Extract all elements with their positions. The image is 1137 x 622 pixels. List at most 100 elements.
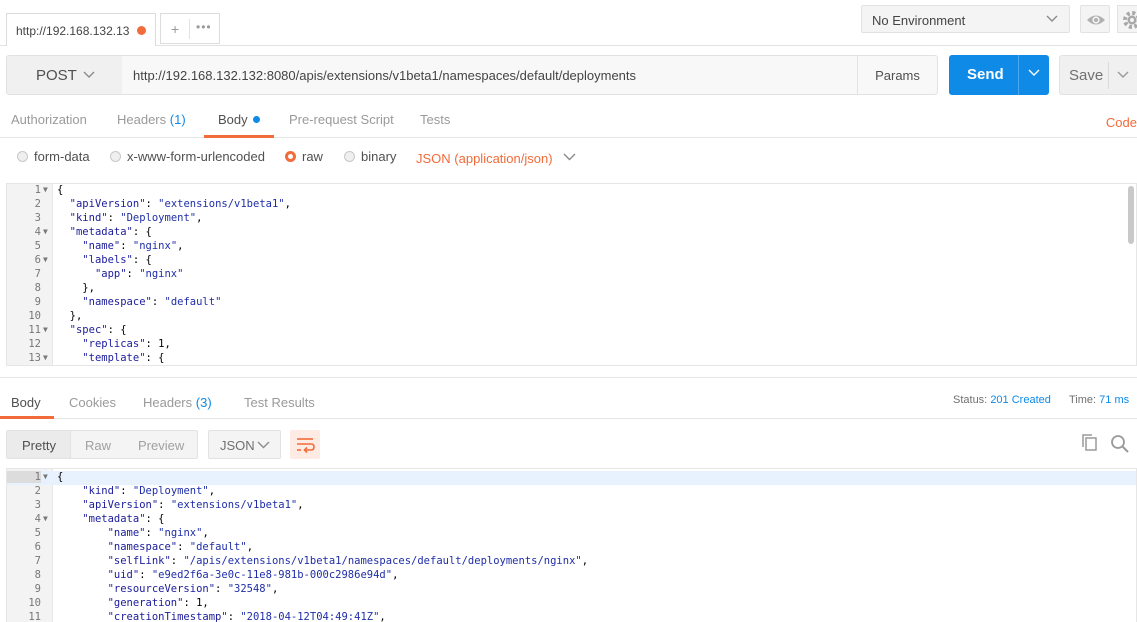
tab-authorization[interactable]: Authorization bbox=[11, 112, 87, 127]
line-number: 8 bbox=[34, 282, 41, 294]
code-line: 8 }, bbox=[7, 282, 1136, 296]
response-body-viewer[interactable]: 1 ▼{2 "kind": "Deployment", 3 "apiVersion"… bbox=[6, 468, 1137, 622]
active-tab-indicator bbox=[204, 135, 274, 138]
line-number: 6 bbox=[34, 541, 41, 553]
code-text: "kind": "Deployment", bbox=[69, 212, 203, 224]
line-number: 2 bbox=[34, 485, 41, 497]
tab-body[interactable]: Body bbox=[218, 112, 260, 127]
code-line: 5 "name": "nginx", bbox=[7, 240, 1136, 254]
radio-raw[interactable]: raw bbox=[285, 149, 323, 164]
status-value[interactable]: 201 Created bbox=[990, 394, 1051, 406]
view-mode-raw[interactable]: Raw bbox=[85, 438, 111, 453]
code-line: 7 "app": "nginx" bbox=[7, 268, 1136, 282]
url-input[interactable]: http://192.168.132.132:8080/apis/extensi… bbox=[122, 55, 858, 95]
tab-tests[interactable]: Tests bbox=[420, 112, 450, 127]
tab-body-label: Body bbox=[218, 112, 248, 127]
fold-toggle-icon[interactable]: ▼ bbox=[43, 325, 48, 334]
chevron-down-icon[interactable] bbox=[1116, 68, 1130, 82]
chevron-down-icon[interactable] bbox=[1027, 66, 1041, 80]
environment-quick-look-button[interactable] bbox=[1080, 5, 1110, 33]
code-line: 2 "kind": "Deployment", bbox=[7, 485, 1136, 499]
code-text: "uid": "e9ed2f6a-3e0c-11e8-981b-000c2986… bbox=[107, 569, 399, 581]
content-type-select[interactable]: JSON (application/json) bbox=[416, 151, 576, 166]
content-type-value: JSON (application/json) bbox=[416, 151, 553, 166]
line-number: 4 bbox=[34, 513, 41, 525]
fold-toggle-icon[interactable]: ▼ bbox=[43, 353, 48, 362]
send-button-label: Send bbox=[967, 66, 1004, 83]
line-number: 3 bbox=[34, 212, 41, 224]
method-select[interactable]: POST bbox=[6, 55, 123, 95]
view-mode-preview[interactable]: Preview bbox=[138, 438, 184, 453]
view-mode-pretty[interactable]: Pretty bbox=[22, 438, 56, 453]
line-number: 10 bbox=[28, 310, 41, 322]
copy-icon[interactable] bbox=[1081, 434, 1099, 452]
send-button[interactable]: Send bbox=[949, 55, 1049, 95]
body-type-row: form-data x-www-form-urlencoded raw bina… bbox=[0, 139, 1137, 183]
radio-binary[interactable]: binary bbox=[344, 149, 396, 164]
code-line: 1 ▼ { bbox=[7, 471, 1136, 485]
chevron-down-icon bbox=[83, 71, 95, 78]
tab-headers[interactable]: Headers (1) bbox=[117, 112, 186, 127]
line-number: 1 bbox=[34, 184, 41, 196]
fold-toggle-icon[interactable]: ▼ bbox=[43, 185, 48, 194]
request-body-editor[interactable]: 1 ▼{2 "apiVersion": "extensions/v1beta1",… bbox=[6, 183, 1137, 366]
fold-toggle-icon[interactable]: ▼ bbox=[43, 472, 48, 481]
radio-raw-label: raw bbox=[302, 149, 323, 164]
save-button[interactable]: Save bbox=[1059, 55, 1137, 95]
tab-response-body[interactable]: Body bbox=[11, 395, 41, 410]
environment-select[interactable]: No Environment bbox=[861, 5, 1070, 33]
code-line: 4 ▼ "metadata": { bbox=[7, 513, 1136, 527]
ellipsis-icon[interactable]: ••• bbox=[196, 20, 212, 34]
pane-divider[interactable] bbox=[0, 377, 1137, 378]
line-number: 6 bbox=[34, 254, 41, 266]
response-language-select[interactable]: JSON bbox=[208, 430, 281, 459]
line-number: 3 bbox=[34, 499, 41, 511]
line-number: 7 bbox=[34, 555, 41, 567]
radio-urlencoded[interactable]: x-www-form-urlencoded bbox=[110, 149, 265, 164]
method-value: POST bbox=[36, 67, 77, 84]
line-number: 2 bbox=[34, 198, 41, 210]
tab-response-headers-count: (3) bbox=[195, 395, 212, 410]
radio-circle-selected bbox=[285, 151, 296, 162]
tab-headers-count: (1) bbox=[169, 112, 186, 127]
tab-test-results[interactable]: Test Results bbox=[244, 395, 315, 410]
code-line: 10 "generation": 1, bbox=[7, 597, 1136, 611]
response-tabs: Body Cookies Headers (3) Test Results St… bbox=[0, 386, 1137, 419]
vertical-scrollbar[interactable] bbox=[1128, 186, 1134, 244]
unsaved-dot-icon bbox=[137, 26, 146, 35]
line-number: 9 bbox=[34, 583, 41, 595]
radio-form-data[interactable]: form-data bbox=[17, 149, 90, 164]
code-text: "labels": { bbox=[82, 254, 152, 266]
search-icon[interactable] bbox=[1110, 434, 1130, 454]
line-number: 7 bbox=[34, 268, 41, 280]
tab-headers-label: Headers bbox=[117, 112, 167, 127]
code-line: 8 "uid": "e9ed2f6a-3e0c-11e8-981b-000c29… bbox=[7, 569, 1136, 583]
save-button-label: Save bbox=[1069, 67, 1104, 84]
code-text: { bbox=[57, 184, 64, 196]
code-link[interactable]: Code bbox=[1106, 115, 1137, 130]
code-line: 12 "replicas": 1, bbox=[7, 338, 1136, 352]
fold-toggle-icon[interactable]: ▼ bbox=[43, 514, 48, 523]
fold-toggle-icon[interactable]: ▼ bbox=[43, 255, 48, 264]
code-text: "template": { bbox=[82, 352, 165, 364]
status-label: Status: bbox=[953, 394, 988, 406]
tab-cookies[interactable]: Cookies bbox=[69, 395, 116, 410]
time-value[interactable]: 71 ms bbox=[1099, 394, 1129, 406]
plus-icon[interactable]: + bbox=[171, 21, 179, 37]
code-text: "namespace": "default" bbox=[82, 296, 222, 308]
code-line: 6 "namespace": "default", bbox=[7, 541, 1136, 555]
fold-toggle-icon[interactable]: ▼ bbox=[43, 227, 48, 236]
request-tab[interactable]: http://192.168.132.13 bbox=[6, 13, 156, 46]
line-number: 5 bbox=[34, 240, 41, 252]
params-button[interactable]: Params bbox=[857, 55, 938, 95]
active-tab-indicator bbox=[0, 416, 54, 419]
line-number: 4 bbox=[34, 226, 41, 238]
settings-button[interactable] bbox=[1117, 5, 1137, 33]
view-mode-group: Pretty Raw Preview bbox=[6, 430, 198, 459]
line-number: 8 bbox=[34, 569, 41, 581]
code-text: "app": "nginx" bbox=[94, 268, 184, 280]
tab-response-headers[interactable]: Headers (3) bbox=[143, 395, 212, 410]
wrap-lines-button[interactable] bbox=[290, 430, 320, 459]
tab-pre-request-script[interactable]: Pre-request Script bbox=[289, 112, 394, 127]
chevron-down-icon bbox=[257, 441, 270, 449]
